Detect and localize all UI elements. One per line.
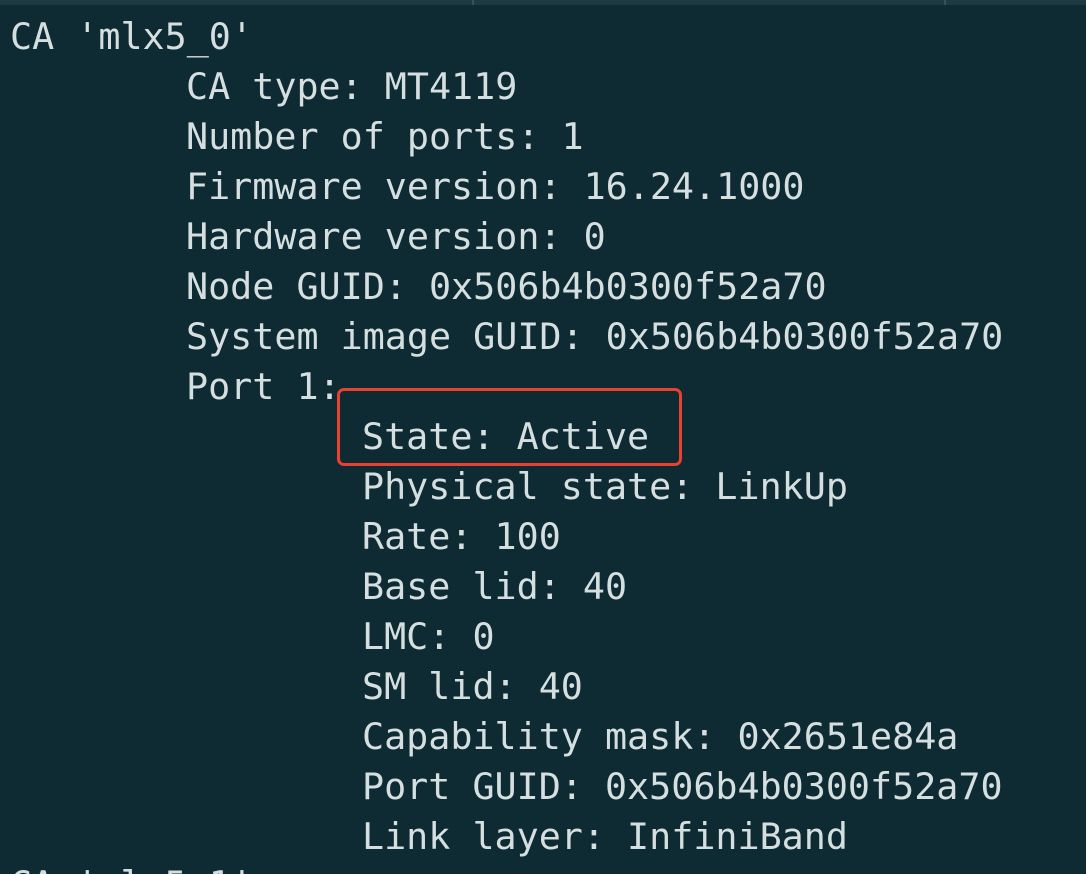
system-image-guid-line: System image GUID: 0x506b4b0300f52a70 <box>186 315 1004 358</box>
node-guid-line: Node GUID: 0x506b4b0300f52a70 <box>186 265 827 308</box>
hardware-version-line: Hardware version: 0 <box>186 215 606 258</box>
ca-header: CA 'mlx5_0' <box>10 15 253 58</box>
window-top-edge <box>0 0 1086 5</box>
rate-line: Rate: 100 <box>362 515 561 558</box>
physical-state-line: Physical state: LinkUp <box>362 465 848 508</box>
link-layer-line: Link layer: InfiniBand <box>362 815 848 858</box>
sm-lid-line: SM lid: 40 <box>362 665 583 708</box>
terminal-window[interactable]: CA 'mlx5_0' CA type: MT4119 Number of po… <box>0 0 1086 874</box>
lmc-line: LMC: 0 <box>362 615 495 658</box>
ca-type-line: CA type: MT4119 <box>186 65 518 108</box>
capability-mask-line: Capability mask: 0x2651e84a <box>362 715 959 758</box>
firmware-version-line: Firmware version: 16.24.1000 <box>186 165 805 208</box>
state-highlight-box <box>337 388 682 466</box>
next-ca-header-partial: CA 'mlx5_1' <box>10 860 253 874</box>
base-lid-line: Base lid: 40 <box>362 565 628 608</box>
pane-divider <box>944 0 946 5</box>
num-ports-line: Number of ports: 1 <box>186 115 584 158</box>
pane-divider <box>472 0 474 5</box>
port-guid-line: Port GUID: 0x506b4b0300f52a70 <box>362 765 1003 808</box>
port-header-line: Port 1: <box>186 365 341 408</box>
